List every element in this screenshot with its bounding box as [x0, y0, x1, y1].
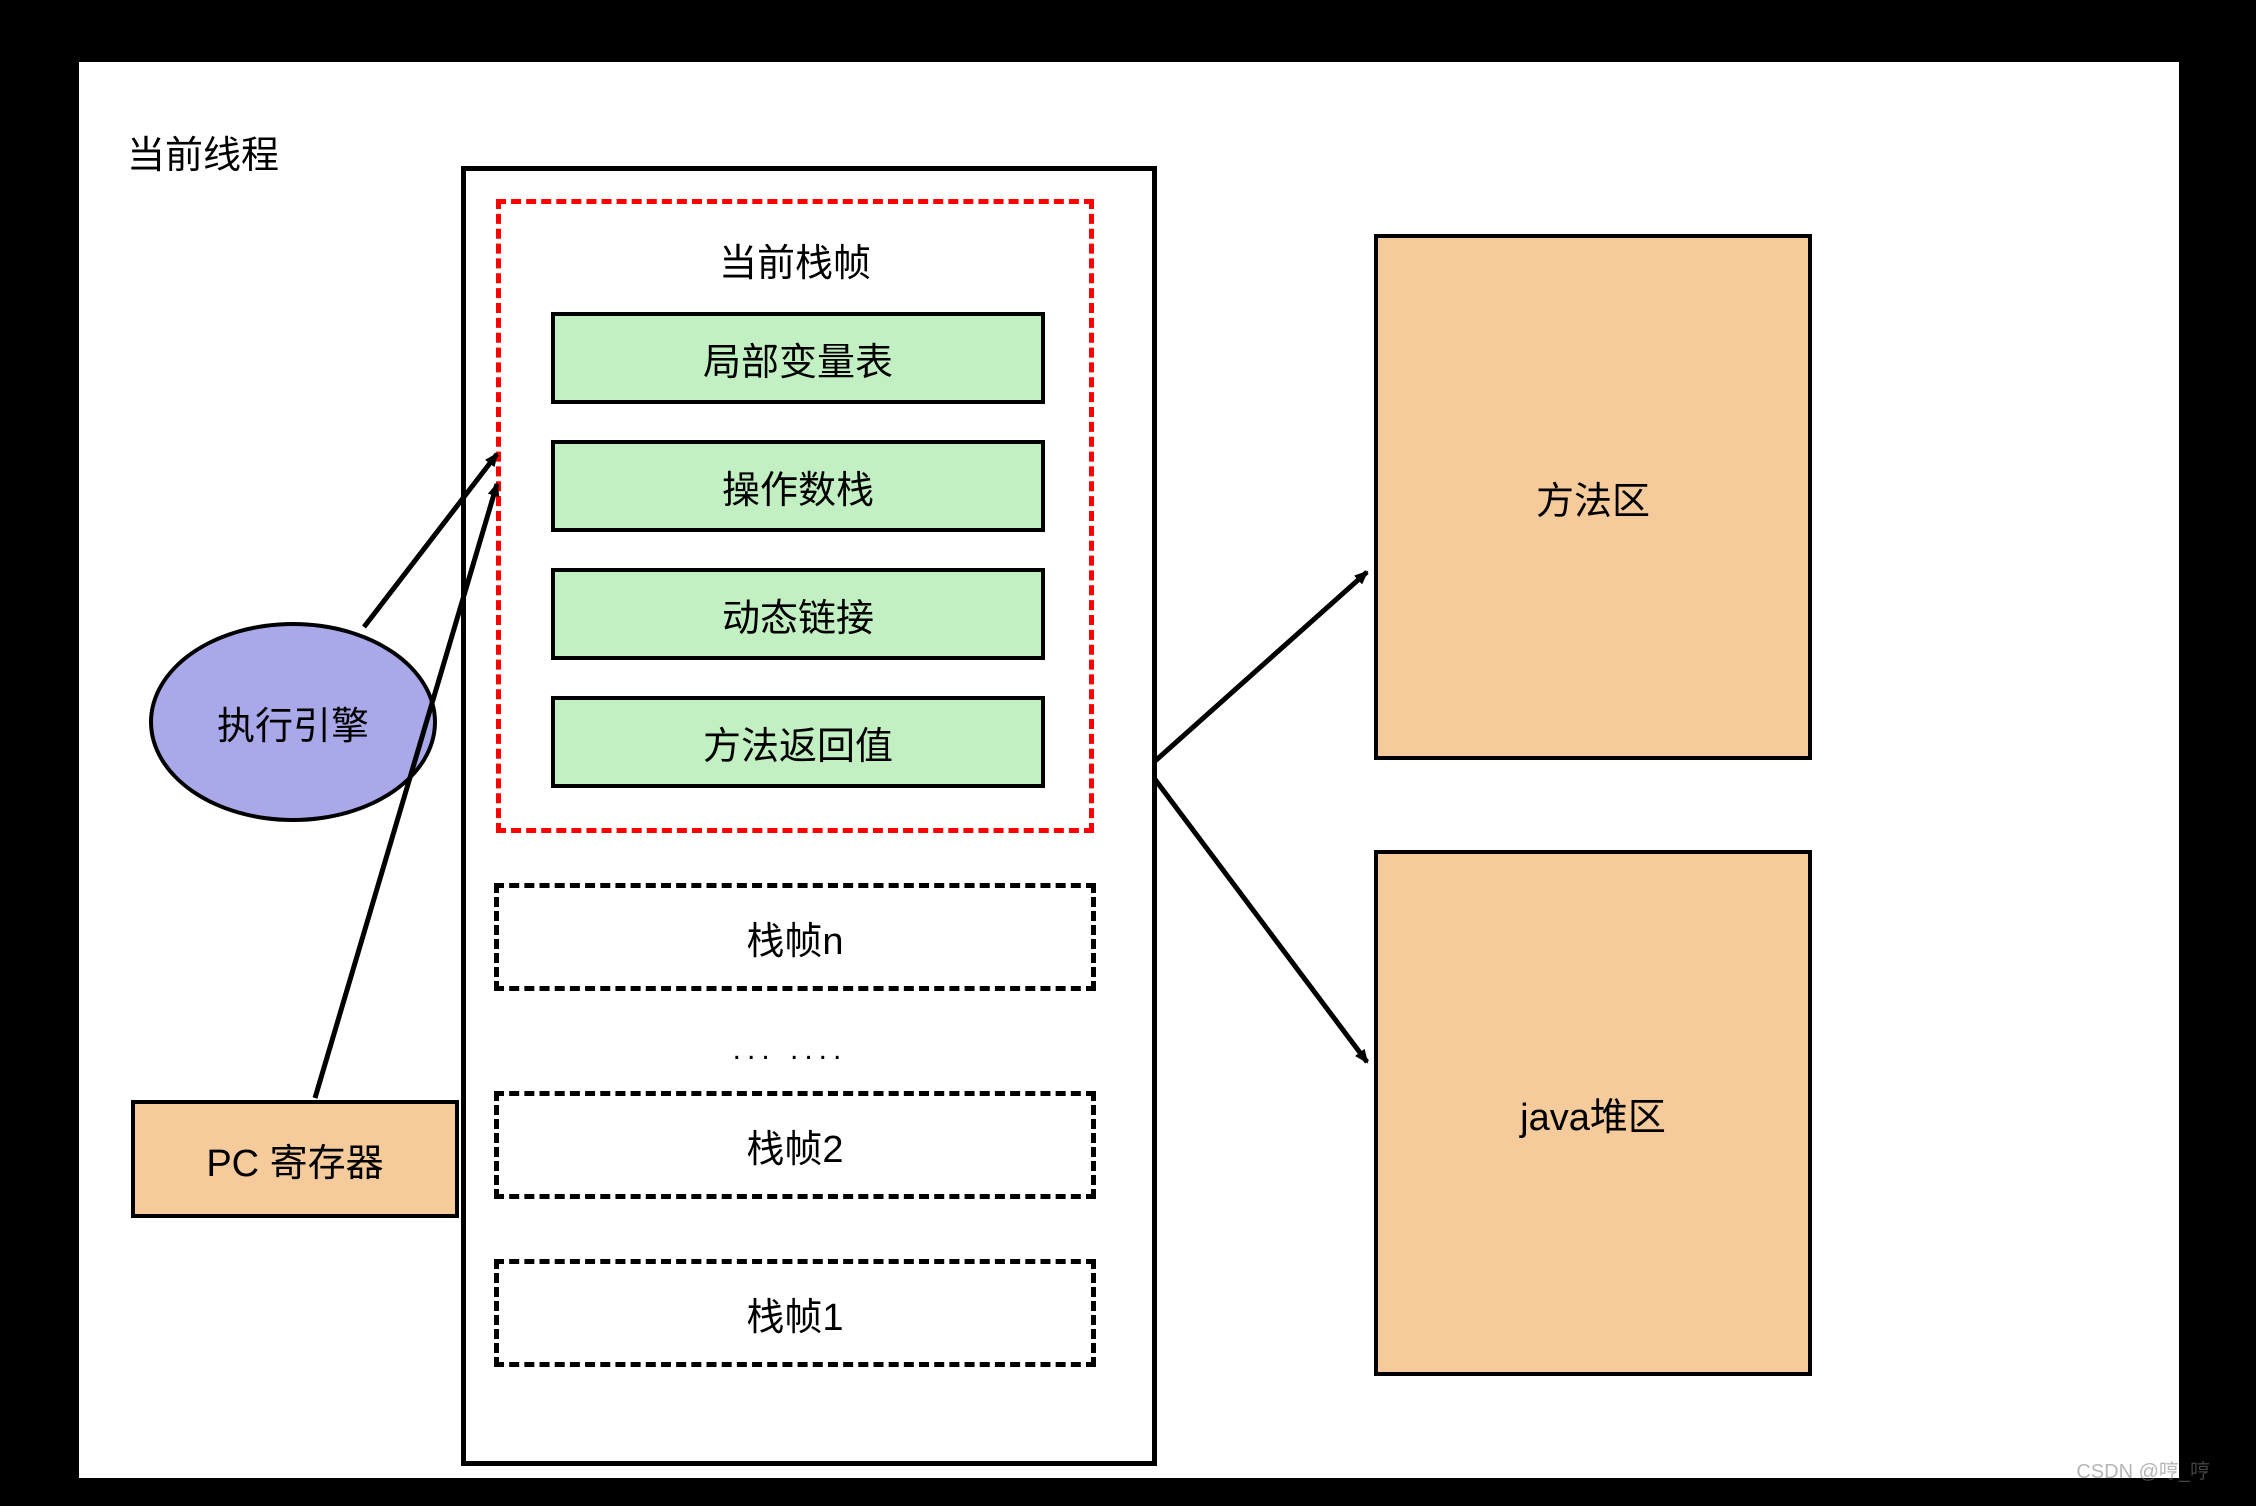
- thread-title: 当前线程: [127, 124, 279, 179]
- dynamic-link-slot: 动态链接: [551, 568, 1045, 660]
- diagram-canvas: 当前线程 当前栈帧 局部变量表 操作数栈 动态链接 方法返回值 栈帧n ... …: [78, 61, 2180, 1479]
- return-value-slot: 方法返回值: [551, 696, 1045, 788]
- operand-stack-slot: 操作数栈: [551, 440, 1045, 532]
- method-area: 方法区: [1374, 234, 1812, 760]
- current-stack-frame: 当前栈帧 局部变量表 操作数栈 动态链接 方法返回值: [496, 199, 1094, 833]
- arrow-stack-to-heap: [1154, 778, 1367, 1062]
- local-variables-slot: 局部变量表: [551, 312, 1045, 404]
- outer-frame: 当前线程 当前栈帧 局部变量表 操作数栈 动态链接 方法返回值 栈帧n ... …: [28, 15, 2228, 1490]
- arrow-stack-to-methodarea: [1154, 572, 1367, 762]
- execution-engine: 执行引擎: [149, 622, 437, 822]
- stack-frame-2: 栈帧2: [494, 1091, 1096, 1199]
- pc-register: PC 寄存器: [131, 1100, 459, 1218]
- java-heap: java堆区: [1374, 850, 1812, 1376]
- watermark: CSDN @哼_哼: [2076, 1455, 2210, 1484]
- stack-frame-1: 栈帧1: [494, 1259, 1096, 1367]
- vm-stack: 当前栈帧 局部变量表 操作数栈 动态链接 方法返回值 栈帧n ... .... …: [461, 166, 1157, 1466]
- current-frame-title: 当前栈帧: [501, 232, 1089, 287]
- stack-frame-n: 栈帧n: [494, 883, 1096, 991]
- frames-ellipsis: ... ....: [466, 1033, 1114, 1067]
